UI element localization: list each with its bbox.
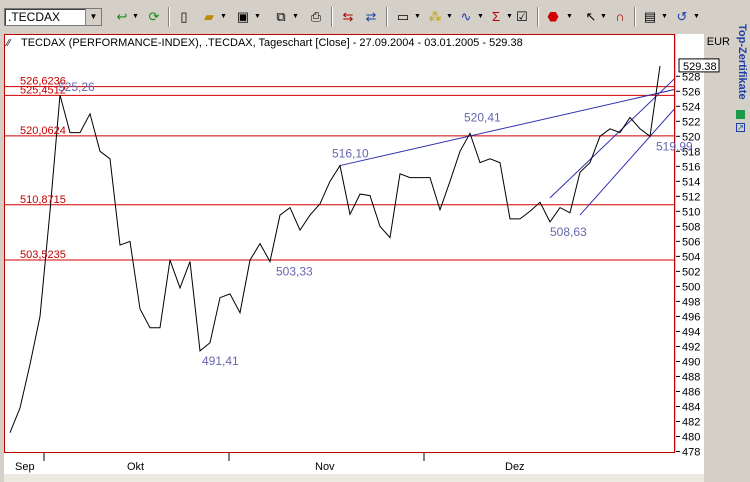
y-tick-label: 502 bbox=[682, 266, 700, 278]
point-annotation: 491,41 bbox=[202, 354, 239, 368]
point-annotation: 519,99 bbox=[656, 139, 693, 153]
price-line bbox=[9, 65, 661, 433]
point-annotation: 525,26 bbox=[58, 80, 95, 94]
y-tick-label: 512 bbox=[682, 191, 700, 203]
month-label: Dez bbox=[505, 461, 525, 473]
top-zertifikate-link[interactable]: Top-Zertifikate bbox=[736, 24, 748, 100]
y-tick-label: 524 bbox=[682, 101, 700, 113]
point-annotation: 520,41 bbox=[464, 110, 501, 124]
y-tick-label: 516 bbox=[682, 161, 700, 173]
y-tick-label: 498 bbox=[682, 296, 700, 308]
level-label: 520,0624 bbox=[20, 125, 66, 137]
point-annotation: 508,63 bbox=[550, 225, 587, 239]
y-tick-label: 526 bbox=[682, 86, 700, 98]
y-tick-label: 494 bbox=[682, 326, 700, 338]
y-tick-label: 488 bbox=[682, 371, 700, 383]
y-tick-label: 478 bbox=[682, 446, 700, 458]
y-tick-label: 508 bbox=[682, 221, 700, 233]
level-label: 510,8715 bbox=[20, 194, 66, 206]
y-tick-label: 522 bbox=[682, 116, 700, 128]
y-tick-label: 506 bbox=[682, 236, 700, 248]
month-label: Okt bbox=[127, 461, 144, 473]
y-tick-label: 490 bbox=[682, 356, 700, 368]
last-value-label: 529.38 bbox=[683, 61, 717, 73]
green-shield-icon[interactable] bbox=[736, 110, 745, 119]
y-tick-label: 492 bbox=[682, 341, 700, 353]
currency-label: EUR bbox=[706, 36, 730, 48]
point-annotation: 503,33 bbox=[276, 265, 313, 279]
chart-svg: 478 480 482 484 486 488 490 492 494 496 498 500 502 5… bbox=[5, 58, 720, 473]
y-tick-label: 486 bbox=[682, 386, 700, 398]
y-tick-label: 514 bbox=[682, 176, 700, 188]
trend-channel-upper bbox=[549, 78, 674, 199]
month-label: Nov bbox=[315, 461, 335, 473]
y-tick-label: 484 bbox=[682, 401, 700, 413]
y-tick-label: 500 bbox=[682, 281, 700, 293]
plot-group bbox=[5, 65, 674, 433]
level-label: 503,5235 bbox=[20, 249, 66, 261]
arrow-box-icon[interactable]: ↗ bbox=[736, 123, 745, 132]
y-tick-label: 510 bbox=[682, 206, 700, 218]
chart-line-icon: ⁄∕ bbox=[7, 38, 11, 49]
y-tick-label: 504 bbox=[682, 251, 700, 263]
y-tick-label: 528 bbox=[682, 71, 700, 83]
chart-title: TECDAX (PERFORMANCE-INDEX), .TECDAX, Tag… bbox=[21, 37, 523, 49]
y-tick-label: 480 bbox=[682, 431, 700, 443]
y-tick-label: 482 bbox=[682, 416, 700, 428]
y-tick-label: 496 bbox=[682, 311, 700, 323]
point-annotation: 516,10 bbox=[332, 147, 369, 161]
month-label: Sep bbox=[15, 461, 35, 473]
